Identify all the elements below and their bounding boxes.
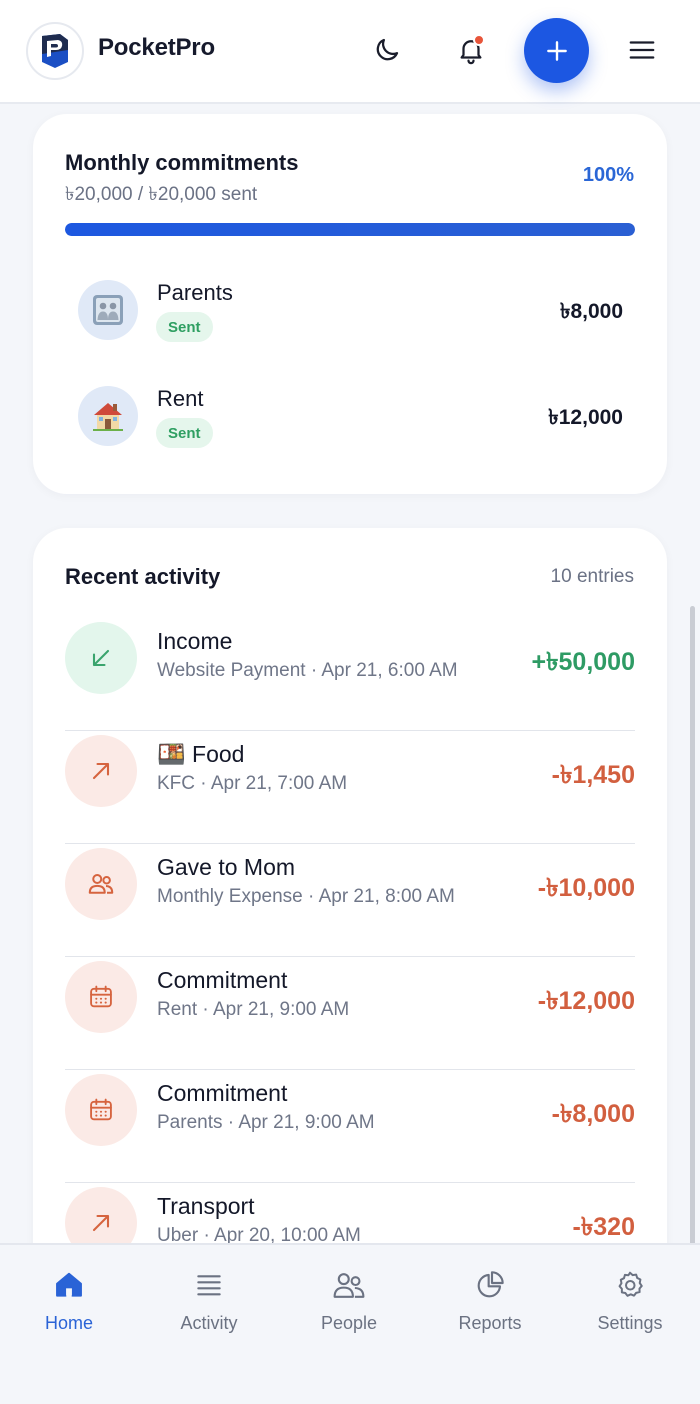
activity-amount: -৳8,000 (551, 1100, 635, 1128)
dark-mode-toggle[interactable] (369, 32, 405, 68)
activity-row[interactable]: Income Website Payment · Apr 21, 6:00 AM… (65, 618, 635, 731)
activity-title-text: Gave to Mom (157, 854, 296, 880)
commitments-progress-bar (65, 223, 635, 236)
nav-label: Settings (597, 1313, 663, 1333)
expense-icon-bubble (65, 848, 137, 920)
nav-settings[interactable]: Settings (575, 1267, 685, 1347)
expense-icon-bubble (65, 735, 137, 807)
pie-chart-icon (477, 1271, 504, 1298)
list-icon (197, 1275, 221, 1296)
arrow-up-right-icon (92, 762, 110, 780)
activity-title: Recent activity (65, 564, 221, 589)
activity-subtitle: Monthly Expense · Apr 21, 8:00 AM (157, 886, 455, 907)
add-transaction-button[interactable] (524, 18, 589, 83)
scrollbar[interactable] (690, 606, 695, 1296)
activity-row[interactable]: Gave to Mom Monthly Expense · Apr 21, 8:… (65, 844, 635, 957)
nav-label: Reports (458, 1313, 522, 1333)
top-bar: PocketPro (0, 0, 700, 104)
nav-home[interactable]: Home (14, 1267, 124, 1347)
activity-amount: +৳50,000 (531, 648, 635, 676)
calendar-icon (90, 985, 112, 1008)
activity-subtitle: KFC · Apr 21, 7:00 AM (157, 773, 348, 794)
people-icon (333, 1273, 365, 1298)
commitment-name: Parents (157, 280, 233, 305)
nav-label: Home (44, 1313, 93, 1333)
activity-amount: -৳10,000 (537, 874, 635, 902)
plus-icon (546, 40, 567, 61)
activity-subtitle: Parents · Apr 21, 9:00 AM (157, 1112, 375, 1133)
logo-icon (42, 34, 68, 68)
nav-label: Activity (180, 1313, 238, 1333)
expense-icon-bubble (65, 961, 137, 1033)
users-icon (88, 874, 114, 894)
activity-amount: -৳1,450 (551, 761, 635, 789)
calendar-icon (90, 1098, 112, 1121)
income-icon-bubble (65, 622, 137, 694)
nav-label: People (320, 1313, 378, 1333)
commitments-percent: 100% (582, 164, 634, 186)
app-screen: PocketPro Monthly commitments ৳20,000 / … (0, 0, 700, 1404)
home-icon (56, 1272, 82, 1297)
framed-picture-icon (93, 295, 123, 325)
expense-icon-bubble (65, 1074, 137, 1146)
moon-icon (376, 38, 399, 61)
rent-avatar (78, 386, 138, 446)
app-logo[interactable] (26, 22, 84, 80)
activity-row[interactable]: 🍱 Food KFC · Apr 21, 7:00 AM -৳1,450 (65, 731, 635, 844)
activity-row[interactable]: Commitment Parents · Apr 21, 9:00 AM -৳8… (65, 1070, 635, 1183)
activity-subtitle: Website Payment · Apr 21, 6:00 AM (157, 660, 458, 681)
commitment-amount: ৳12,000 (548, 406, 623, 429)
notification-dot (473, 34, 485, 46)
menu-icon (629, 41, 655, 59)
activity-title-text: Income (157, 628, 233, 654)
nav-activity[interactable]: Activity (154, 1267, 264, 1347)
activity-title-text: Commitment (157, 1080, 288, 1106)
activity-title-text: 🍱 Food (157, 741, 245, 767)
progress-fill (65, 223, 635, 236)
parents-avatar (78, 280, 138, 340)
app-name: PocketPro (98, 34, 215, 61)
nav-reports[interactable]: Reports (435, 1267, 545, 1347)
status-badge: Sent (156, 418, 213, 448)
nav-people[interactable]: People (294, 1267, 404, 1347)
commitment-amount: ৳8,000 (559, 300, 623, 323)
activity-title-text: Transport (157, 1193, 255, 1219)
commitment-name: Rent (157, 386, 204, 411)
notifications-button[interactable] (453, 32, 489, 68)
arrow-down-left-icon (92, 649, 110, 667)
house-icon (93, 403, 123, 431)
status-badge: Sent (156, 312, 213, 342)
commitments-title: Monthly commitments (65, 150, 299, 175)
activity-amount: -৳12,000 (537, 987, 635, 1015)
commitments-subtitle: ৳20,000 / ৳20,000 sent (65, 184, 258, 205)
bottom-navigation: Home Activity People Reports Settings (0, 1243, 700, 1404)
activity-count: 10 entries (550, 566, 634, 587)
activity-title-text: Commitment (157, 967, 288, 993)
commitment-item-rent[interactable]: Rent Sent ৳12,000 (78, 384, 623, 454)
arrow-up-right-icon (92, 1214, 110, 1232)
commitment-item-parents[interactable]: Parents Sent ৳8,000 (78, 278, 623, 348)
gear-icon (618, 1271, 643, 1297)
activity-subtitle: Rent · Apr 21, 9:00 AM (157, 999, 350, 1020)
activity-row[interactable]: Commitment Rent · Apr 21, 9:00 AM -৳12,0… (65, 957, 635, 1070)
menu-button[interactable] (624, 32, 660, 68)
monthly-commitments-card: Monthly commitments ৳20,000 / ৳20,000 se… (33, 114, 667, 494)
